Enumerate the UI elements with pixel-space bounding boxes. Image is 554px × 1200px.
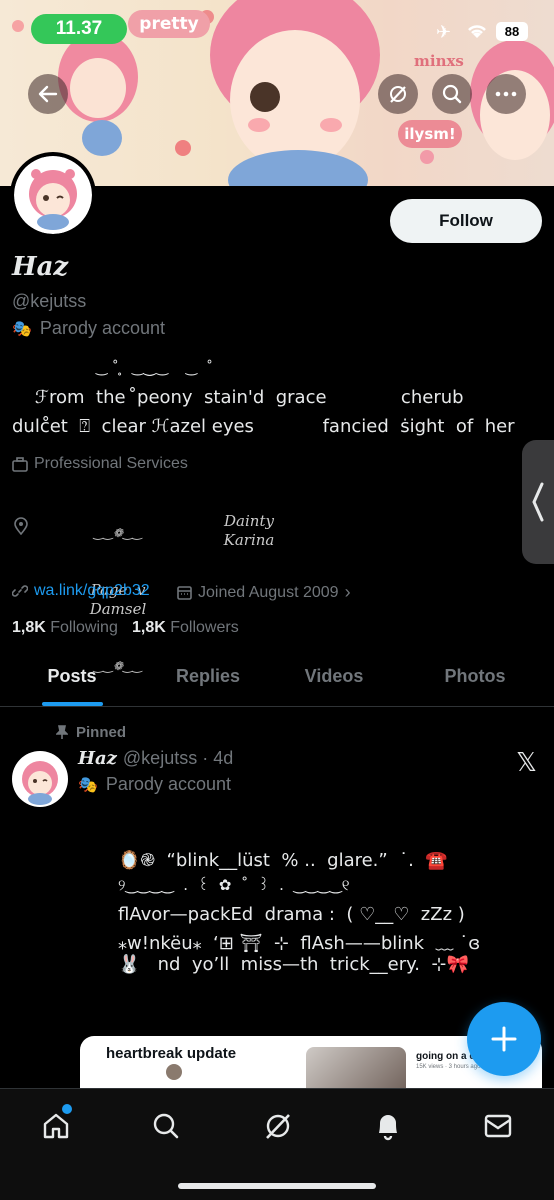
avatar-image (22, 761, 58, 805)
banner-word-ilysm: ilysm! (398, 120, 462, 148)
chevron-right-icon: › (344, 582, 351, 602)
airplane-icon: ✈ (436, 22, 452, 43)
search-icon (153, 1113, 179, 1139)
grok-button[interactable] (378, 74, 418, 114)
x-logo-icon: 𝕏 (516, 748, 537, 778)
post-author-name[interactable]: Haz (78, 748, 117, 769)
tab-posts[interactable]: Posts (36, 666, 108, 687)
post-line-3: flAvor—packEd drama : ( ♡__♡ zZz ) (118, 904, 465, 925)
banner-word-pretty: pretty (128, 10, 210, 38)
profile-category: Professional Services (12, 455, 188, 473)
display-name: Haz (12, 252, 69, 282)
status-time: 11.37 (31, 14, 127, 44)
theater-masks-icon: 🎭 (78, 776, 98, 794)
bell-icon (379, 1115, 397, 1141)
search-button[interactable] (432, 74, 472, 114)
bio-line-2: dulc̊et ⍰ clear ℋazel eyes fancied ṡight… (12, 416, 515, 437)
joined-label: Joined August 2009 (198, 583, 339, 601)
notification-dot (62, 1104, 72, 1114)
briefcase-icon (12, 456, 28, 472)
tab-replies[interactable]: Replies (168, 666, 248, 687)
search-icon (442, 84, 462, 104)
category-label: Professional Services (34, 455, 188, 472)
followers-count-link[interactable]: 1,8K Followers (132, 619, 239, 637)
following-count-link[interactable]: 1,8K Following (12, 619, 118, 637)
avatar-image (14, 156, 92, 234)
nav-notifications[interactable] (368, 1106, 408, 1146)
tab-videos[interactable]: Videos (296, 666, 372, 687)
post-line-1: 🪞֎ “blink__lüst % .. glare.” ˙. ☎️ (118, 850, 448, 871)
followers-count: 1,8K (132, 619, 166, 636)
location-text-2: Dainty Karina (223, 512, 275, 549)
plus-icon (491, 1026, 517, 1052)
link-icon (12, 585, 28, 597)
back-button[interactable] (28, 74, 68, 114)
embed-title: heartbreak update (106, 1045, 237, 1062)
website-link[interactable]: wa.link/gqp2b32 (34, 582, 150, 600)
back-arrow-icon (38, 85, 58, 103)
pinned-indicator: Pinned (56, 724, 126, 741)
nav-grok[interactable] (258, 1106, 298, 1146)
location-pin-icon (14, 517, 28, 540)
post-line-2: ୨‿‿‿‿ . ꒰ ✿ ˚ ꒱ . ‿‿‿‿୧ (118, 876, 350, 894)
home-icon (43, 1113, 69, 1139)
envelope-icon (484, 1114, 512, 1138)
grok-icon (390, 86, 406, 103)
tabs-divider (0, 706, 554, 707)
profile-handle: @kejutss (12, 291, 87, 311)
nav-home[interactable] (36, 1104, 76, 1146)
post-parody-row: 🎭 Parody account (78, 774, 231, 795)
post-line-5: 🐰 nd yo’ll miss—th trick__ery. ⊹🎀 (118, 954, 469, 975)
pinned-label: Pinned (76, 724, 127, 741)
website-row[interactable]: wa.link/gqp2b32 (12, 582, 150, 600)
grok-icon (266, 1114, 290, 1139)
follow-button[interactable]: Follow (390, 199, 542, 243)
nav-search[interactable] (146, 1106, 186, 1146)
calendar-icon (177, 586, 192, 600)
chevron-left-icon (532, 482, 544, 522)
joined-row: Joined August 2009 › (177, 582, 351, 603)
post-line-4: ⁎w!nkëu⁎ ‘⊞ ⛩ ⊹ flAsh——blink ﹏ ˙ɞ (118, 933, 481, 954)
tab-photos[interactable]: Photos (436, 666, 514, 687)
compose-button[interactable] (467, 1002, 541, 1076)
more-dots-icon (495, 91, 517, 97)
embed-mini-avatar (166, 1064, 182, 1080)
theater-masks-icon: 🎭 (12, 320, 32, 338)
battery-indicator: 88 (496, 22, 528, 41)
followers-label: Followers (170, 619, 239, 636)
nav-messages[interactable] (478, 1106, 518, 1146)
side-panel-handle[interactable] (522, 440, 554, 564)
parody-label-row: 🎭 Parody account (12, 318, 165, 339)
embed-card-meta: 15K views · 3 hours ago (416, 1064, 481, 1070)
wifi-icon (466, 22, 488, 45)
parody-label: Parody account (39, 318, 165, 338)
pin-icon (56, 725, 68, 739)
following-count: 1,8K (12, 619, 46, 636)
bio-decoration: ‿ ˚ ̥ ‿⏝‿ ‿ ˚ (96, 360, 213, 376)
bio-line-1: ℱrom the ̊peony stain'd grace cherub (12, 387, 464, 408)
following-label: Following (50, 619, 118, 636)
post-handle-time: @kejutss · 4d (122, 748, 234, 768)
more-options-button[interactable] (486, 74, 526, 114)
home-indicator (178, 1183, 376, 1189)
post-header: Haz @kejutss · 4d (78, 748, 233, 769)
profile-avatar[interactable] (10, 152, 96, 238)
post-parody-label: Parody account (105, 774, 231, 794)
post-author-avatar[interactable] (12, 751, 68, 807)
banner-word-minxs: minxs (414, 52, 464, 70)
